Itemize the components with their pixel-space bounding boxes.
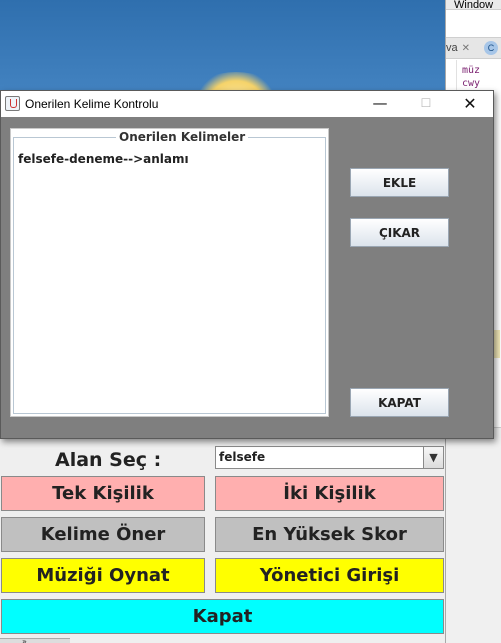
dialog-titlebar[interactable]: Onerilen Kelime Kontrolu — ☐ ✕: [1, 91, 493, 117]
ide-tabbar: va ✕ C: [446, 37, 501, 59]
close-icon[interactable]: ✕: [447, 91, 493, 117]
dialog-title: Onerilen Kelime Kontrolu: [25, 97, 159, 111]
maximize-icon[interactable]: ☐: [403, 91, 449, 117]
iki-kisilik-button[interactable]: İki Kişilik: [215, 476, 444, 511]
suggested-words-panel: Onerilen Kelimeler felsefe-deneme-->anla…: [10, 128, 329, 417]
tek-kisilik-button[interactable]: Tek Kişilik: [1, 476, 205, 511]
bottom-strip: »: [0, 638, 70, 643]
ekle-button[interactable]: EKLE: [350, 168, 449, 197]
combo-selected-value: felsefe: [219, 450, 266, 464]
kapat-dialog-button[interactable]: KAPAT: [350, 388, 449, 417]
list-item[interactable]: felsefe-deneme-->anlamı: [18, 152, 189, 166]
alan-select-combobox[interactable]: felsefe ▼: [215, 446, 444, 469]
kapat-main-button[interactable]: Kapat: [1, 599, 444, 634]
alan-sec-label: Alan Seç :: [55, 449, 162, 471]
ide-scroll-marker: [494, 330, 500, 358]
more-chevron-icon[interactable]: »: [22, 639, 27, 643]
yonetici-girisi-button[interactable]: Yönetici Girişi: [215, 558, 444, 593]
ide-bottom-panel: [446, 427, 501, 643]
ide-code-line: cwy: [462, 78, 481, 89]
ide-menu-window[interactable]: Window: [446, 0, 501, 10]
kelime-oner-button[interactable]: Kelime Öner: [1, 517, 205, 552]
suggested-words-dialog: Onerilen Kelime Kontrolu — ☐ ✕ Onerilen …: [0, 90, 494, 439]
close-icon[interactable]: ✕: [462, 43, 470, 54]
ide-code-line: müz: [462, 65, 481, 76]
chevron-down-icon[interactable]: ▼: [423, 447, 443, 468]
ide-tab-label[interactable]: va: [446, 42, 458, 54]
group-title: Onerilen Kelimeler: [116, 130, 249, 144]
class-file-icon[interactable]: C: [484, 41, 499, 55]
java-app-icon: [5, 96, 20, 111]
cikar-button[interactable]: ÇIKAR: [350, 218, 449, 247]
minimize-icon[interactable]: —: [357, 91, 403, 117]
suggested-words-group: Onerilen Kelimeler felsefe-deneme-->anla…: [13, 130, 326, 414]
en-yuksek-skor-button[interactable]: En Yüksek Skor: [215, 517, 444, 552]
muzigi-oynat-button[interactable]: Müziği Oynat: [1, 558, 205, 593]
